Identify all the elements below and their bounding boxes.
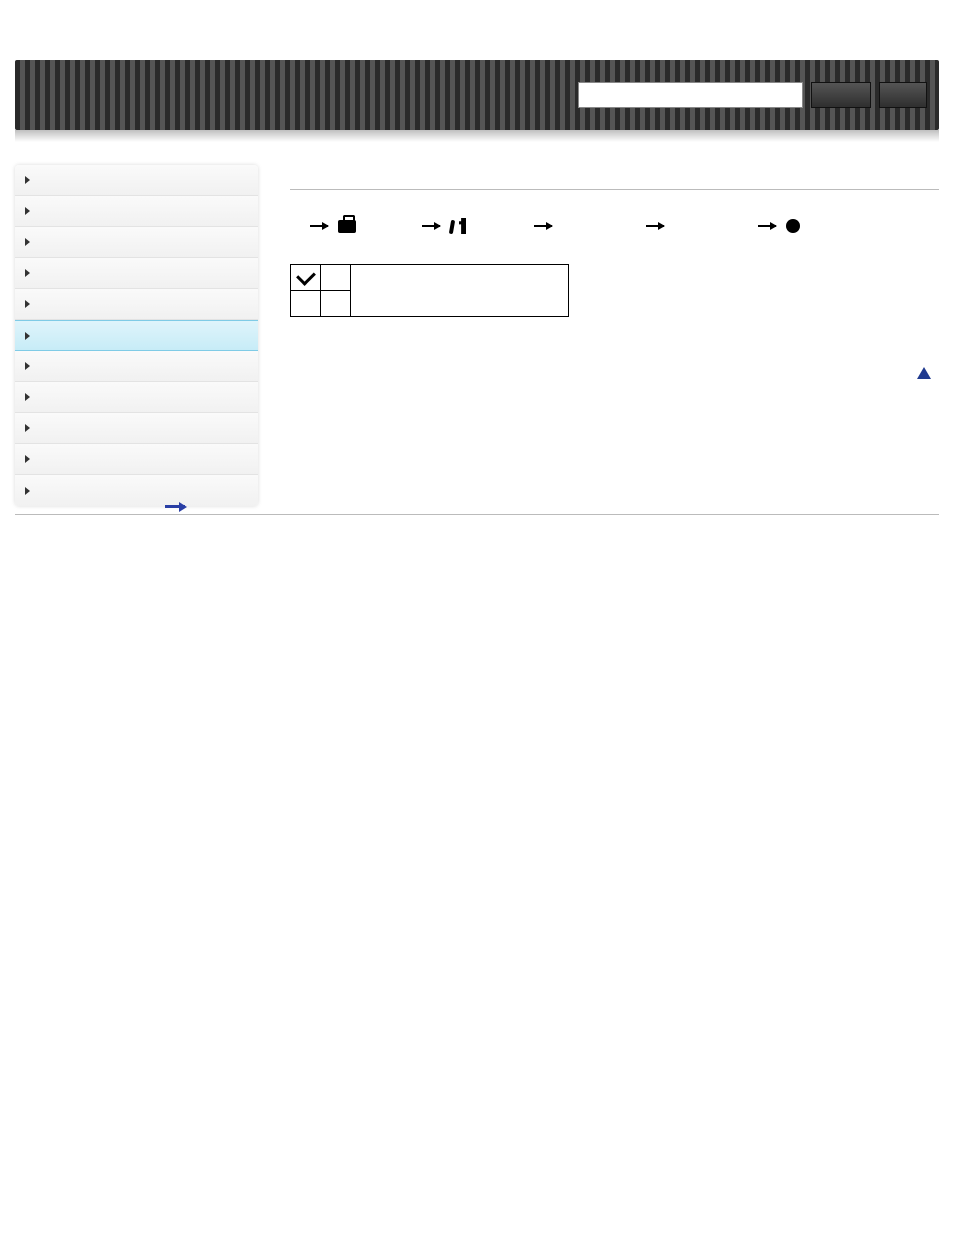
nav-path <box>300 218 939 234</box>
cell-check <box>291 265 321 291</box>
cell <box>321 291 351 317</box>
prev-arrow-icon[interactable] <box>165 505 185 508</box>
caret-icon <box>25 393 30 401</box>
caret-icon <box>25 332 30 340</box>
arrow-icon <box>646 225 664 227</box>
caret-icon <box>25 269 30 277</box>
sidebar <box>15 165 258 506</box>
sidebar-item-1[interactable] <box>15 196 258 227</box>
briefcase-icon <box>338 220 356 233</box>
caret-icon <box>25 455 30 463</box>
arrow-icon <box>758 225 776 227</box>
header-button-1[interactable] <box>811 82 871 108</box>
caret-icon <box>25 238 30 246</box>
arrow-icon <box>422 225 440 227</box>
sidebar-item-8[interactable] <box>15 413 258 444</box>
caret-icon <box>25 487 30 495</box>
bottom-divider <box>15 514 939 515</box>
nav-step-1 <box>300 220 400 233</box>
main-content <box>290 165 939 379</box>
header-button-2[interactable] <box>879 82 927 108</box>
sidebar-item-9[interactable] <box>15 444 258 475</box>
cell <box>291 291 321 317</box>
footer-row <box>290 367 939 379</box>
sidebar-item-7[interactable] <box>15 382 258 413</box>
sidebar-item-5[interactable] <box>15 320 258 351</box>
cell <box>351 265 569 317</box>
triangle-up-icon <box>917 367 931 379</box>
caret-icon <box>25 362 30 370</box>
header-bar <box>15 60 939 130</box>
sidebar-item-10[interactable] <box>15 475 258 506</box>
sidebar-item-4[interactable] <box>15 289 258 320</box>
sidebar-item-6[interactable] <box>15 351 258 382</box>
divider <box>290 189 939 190</box>
sidebar-item-2[interactable] <box>15 227 258 258</box>
search-input[interactable] <box>578 82 803 108</box>
sidebar-item-0[interactable] <box>15 165 258 196</box>
arrow-icon <box>534 225 552 227</box>
info-table <box>290 264 569 317</box>
arrow-icon <box>310 225 328 227</box>
tools-icon <box>450 218 466 234</box>
sidebar-item-3[interactable] <box>15 258 258 289</box>
caret-icon <box>25 424 30 432</box>
cell <box>321 265 351 291</box>
caret-icon <box>25 176 30 184</box>
nav-step-3 <box>524 225 624 227</box>
nav-step-2 <box>412 218 512 234</box>
caret-icon <box>25 207 30 215</box>
circle-icon <box>786 219 800 233</box>
nav-step-4 <box>636 225 736 227</box>
check-icon <box>296 266 316 286</box>
table-row <box>291 265 569 291</box>
nav-step-5 <box>748 219 848 233</box>
caret-icon <box>25 300 30 308</box>
